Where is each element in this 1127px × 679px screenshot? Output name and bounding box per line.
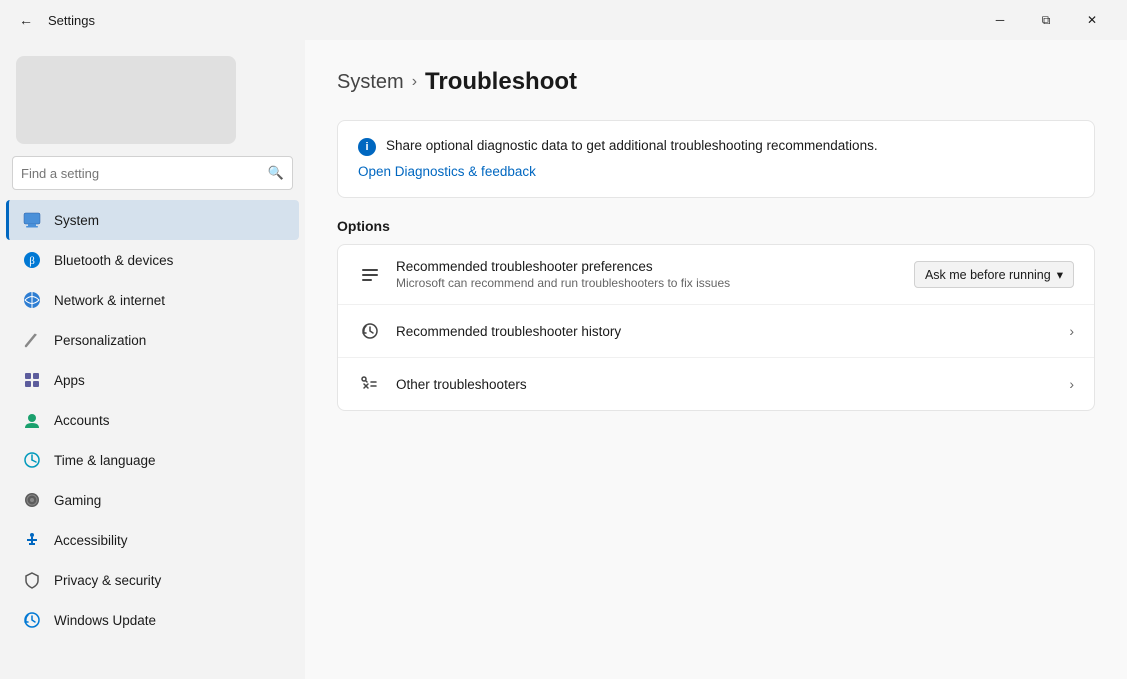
option-item-history[interactable]: Recommended troubleshooter history ›	[338, 305, 1094, 358]
bluetooth-icon: β	[22, 250, 42, 270]
option-title: Other troubleshooters	[396, 377, 1055, 392]
option-dropdown[interactable]: Ask me before running ▾	[914, 261, 1074, 288]
diagnostics-link[interactable]: Open Diagnostics & feedback	[358, 164, 536, 179]
option-right: ›	[1069, 323, 1074, 339]
preferences-icon	[358, 263, 382, 287]
accounts-icon	[22, 410, 42, 430]
option-desc: Microsoft can recommend and run troubles…	[396, 276, 900, 290]
accessibility-icon	[22, 530, 42, 550]
system-icon	[22, 210, 42, 230]
history-icon	[358, 319, 382, 343]
restore-button[interactable]: ⧉	[1023, 4, 1069, 36]
option-text: Other troubleshooters	[396, 377, 1055, 392]
option-item-other[interactable]: Other troubleshooters ›	[338, 358, 1094, 410]
gaming-icon	[22, 490, 42, 510]
window-controls: ─ ⧉ ✕	[977, 4, 1115, 36]
sidebar-item-label: Time & language	[54, 453, 156, 468]
sidebar-item-label: Bluetooth & devices	[54, 253, 173, 268]
option-text: Recommended troubleshooter preferences M…	[396, 259, 900, 290]
options-list: Recommended troubleshooter preferences M…	[337, 244, 1095, 411]
sidebar-item-network[interactable]: Network & internet	[6, 280, 299, 320]
breadcrumb: System › Troubleshoot	[337, 68, 1095, 96]
sidebar-item-label: Network & internet	[54, 293, 165, 308]
dropdown-value: Ask me before running	[925, 268, 1051, 282]
personalization-icon	[22, 330, 42, 350]
sidebar-item-apps[interactable]: Apps	[6, 360, 299, 400]
app-body: 🔍 System β Bluetooth & devices Network &…	[0, 40, 1127, 679]
app-title: Settings	[48, 13, 95, 28]
sidebar-item-accounts[interactable]: Accounts	[6, 400, 299, 440]
sidebar: 🔍 System β Bluetooth & devices Network &…	[0, 40, 305, 679]
option-title: Recommended troubleshooter history	[396, 324, 1055, 339]
option-title: Recommended troubleshooter preferences	[396, 259, 900, 274]
main-content: System › Troubleshoot i Share optional d…	[305, 40, 1127, 679]
other-icon	[358, 372, 382, 396]
sidebar-item-label: Gaming	[54, 493, 101, 508]
minimize-button[interactable]: ─	[977, 4, 1023, 36]
sidebar-item-label: Accessibility	[54, 533, 128, 548]
close-button[interactable]: ✕	[1069, 4, 1115, 36]
sidebar-avatar	[16, 56, 236, 144]
info-icon: i	[358, 138, 376, 156]
sidebar-item-personalization[interactable]: Personalization	[6, 320, 299, 360]
sidebar-item-accessibility[interactable]: Accessibility	[6, 520, 299, 560]
svg-text:β: β	[29, 255, 35, 267]
apps-icon	[22, 370, 42, 390]
sidebar-item-privacy[interactable]: Privacy & security	[6, 560, 299, 600]
option-item-preferences[interactable]: Recommended troubleshooter preferences M…	[338, 245, 1094, 305]
nav-list: System β Bluetooth & devices Network & i…	[0, 200, 305, 640]
network-icon	[22, 290, 42, 310]
search-icon: 🔍	[268, 165, 284, 181]
timelang-icon	[22, 450, 42, 470]
sidebar-item-system[interactable]: System	[6, 200, 299, 240]
sidebar-item-gaming[interactable]: Gaming	[6, 480, 299, 520]
back-button[interactable]: ←	[12, 6, 40, 34]
info-banner-row: i Share optional diagnostic data to get …	[358, 137, 1074, 156]
sidebar-item-bluetooth[interactable]: β Bluetooth & devices	[6, 240, 299, 280]
sidebar-item-update[interactable]: Windows Update	[6, 600, 299, 640]
privacy-icon	[22, 570, 42, 590]
breadcrumb-chevron: ›	[412, 73, 417, 91]
sidebar-item-label: Personalization	[54, 333, 146, 348]
update-icon	[22, 610, 42, 630]
search-box[interactable]: 🔍	[12, 156, 293, 190]
page-title: Troubleshoot	[425, 68, 577, 96]
info-text: Share optional diagnostic data to get ad…	[386, 137, 878, 156]
options-label: Options	[337, 218, 1095, 234]
info-banner: i Share optional diagnostic data to get …	[337, 120, 1095, 198]
chevron-down-icon: ▾	[1057, 267, 1063, 282]
sidebar-item-label: Apps	[54, 373, 85, 388]
chevron-right-icon: ›	[1069, 376, 1074, 392]
search-input[interactable]	[21, 166, 268, 181]
sidebar-item-label: Windows Update	[54, 613, 156, 628]
option-text: Recommended troubleshooter history	[396, 324, 1055, 339]
option-right: Ask me before running ▾	[914, 261, 1074, 288]
titlebar: ← Settings ─ ⧉ ✕	[0, 0, 1127, 40]
sidebar-item-timelang[interactable]: Time & language	[6, 440, 299, 480]
chevron-right-icon: ›	[1069, 323, 1074, 339]
breadcrumb-parent: System	[337, 71, 404, 94]
sidebar-item-label: System	[54, 213, 99, 228]
sidebar-item-label: Privacy & security	[54, 573, 161, 588]
option-right: ›	[1069, 376, 1074, 392]
sidebar-item-label: Accounts	[54, 413, 110, 428]
